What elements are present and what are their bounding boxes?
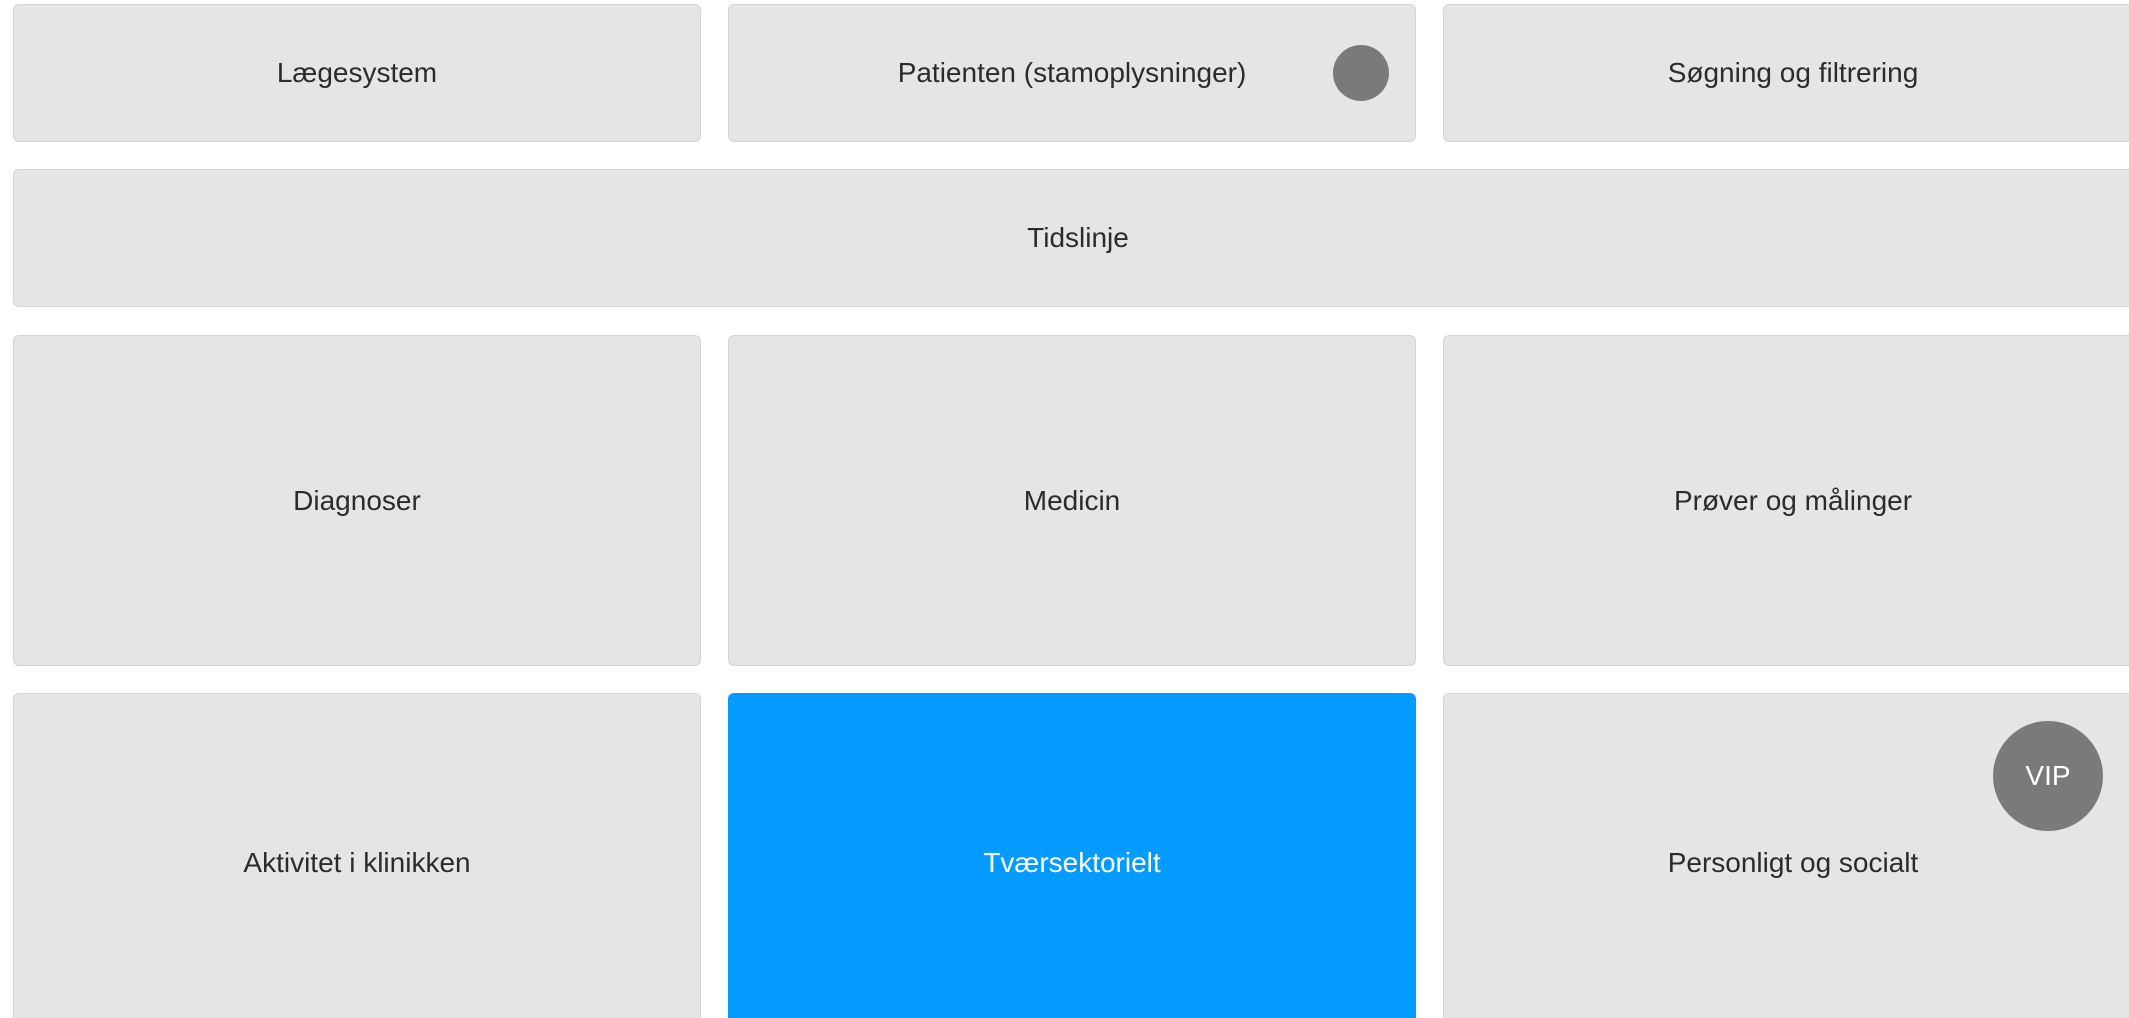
- tile-label: Aktivitet i klinikken: [243, 847, 471, 878]
- tile-patienten[interactable]: Patienten (stamoplysninger): [728, 4, 1416, 142]
- tile-label: Tidslinje: [1027, 222, 1129, 253]
- tile-aktivitet-i-klinikken[interactable]: Aktivitet i klinikken: [13, 693, 701, 1018]
- tile-tvaersektorielt[interactable]: Tværsektorielt: [728, 693, 1416, 1018]
- tile-label: Diagnoser: [293, 484, 421, 516]
- tile-proever-og-maalinger[interactable]: Prøver og målinger: [1443, 335, 2129, 666]
- tile-tidslinje[interactable]: Tidslinje: [13, 169, 2129, 307]
- module-grid: Lægesystem Patienten (stamoplysninger) S…: [0, 0, 2129, 1018]
- tile-soegning-og-filtrering[interactable]: Søgning og filtrering: [1443, 4, 2129, 142]
- status-dot-icon: [1333, 45, 1389, 101]
- tile-medicin[interactable]: Medicin: [728, 335, 1416, 666]
- tile-laegesystem[interactable]: Lægesystem: [13, 4, 701, 142]
- tile-label: Medicin: [1023, 484, 1121, 516]
- tile-personligt-og-socialt[interactable]: Personligt og socialt VIP: [1443, 693, 2129, 1018]
- tile-label: Tværsektorielt: [983, 847, 1161, 878]
- tile-diagnoser[interactable]: Diagnoser: [13, 335, 701, 666]
- tile-label: Patienten (stamoplysninger): [897, 57, 1247, 88]
- vip-badge: VIP: [1993, 721, 2103, 831]
- tile-label: Søgning og filtrering: [1667, 57, 1919, 88]
- tile-label: Lægesystem: [276, 57, 438, 88]
- tile-label: Prøver og målinger: [1673, 484, 1913, 516]
- tile-label: Personligt og socialt: [1667, 847, 1919, 878]
